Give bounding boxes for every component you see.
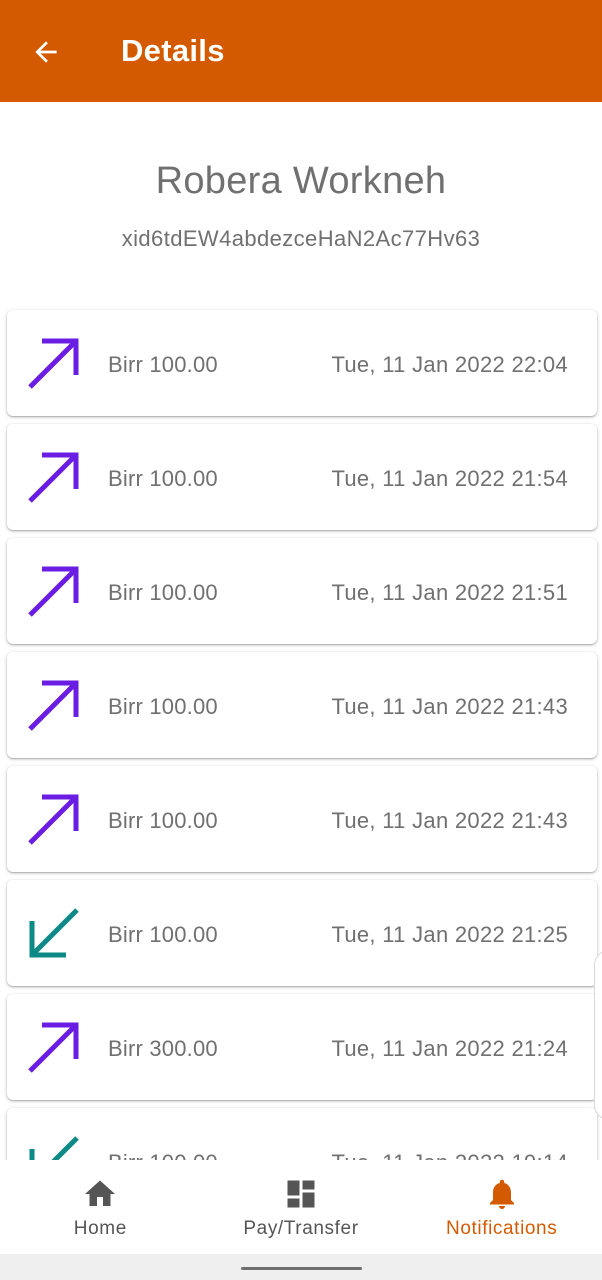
transaction-list[interactable]: Birr 100.00 Tue, 11 Jan 2022 22:04 Birr 10… xyxy=(0,300,602,1160)
transaction-amount: Birr 100.00 xyxy=(108,352,218,377)
transaction-row[interactable]: Birr 100.00 Tue, 11 Jan 2022 21:54 xyxy=(7,424,597,530)
transaction-amount: Birr 100.00 xyxy=(108,580,218,605)
home-indicator[interactable] xyxy=(241,1267,362,1270)
transaction-row[interactable]: Birr 100.00 Tue, 11 Jan 2022 21:51 xyxy=(7,538,597,644)
transaction-amount: Birr 100.00 xyxy=(108,466,218,491)
transaction-row[interactable]: Birr 100.00 Tue, 11 Jan 2022 19:14 xyxy=(7,1108,597,1160)
transaction-row[interactable]: Birr 100.00 Tue, 11 Jan 2022 21:25 xyxy=(7,880,597,986)
transaction-date: Tue, 11 Jan 2022 21:43 xyxy=(331,694,568,719)
arrow-up-right-icon xyxy=(28,1022,79,1073)
bottom-navigation: Home Pay/Transfer Notifications xyxy=(0,1160,602,1254)
nav-item-pay-transfer[interactable]: Pay/Transfer xyxy=(201,1160,402,1254)
transaction-amount: Birr 100.00 xyxy=(108,1150,218,1160)
profile-id: xid6tdEW4abdezceHaN2Ac77Hv63 xyxy=(121,226,481,251)
system-navigation-bar xyxy=(0,1254,602,1280)
transaction-date: Tue, 11 Jan 2022 21:51 xyxy=(331,580,568,605)
transaction-date: Tue, 11 Jan 2022 21:43 xyxy=(331,808,568,833)
scroll-edge-handle[interactable] xyxy=(594,950,602,1120)
nav-label: Pay/Transfer xyxy=(243,1218,359,1239)
arrow-down-left-icon xyxy=(29,1136,79,1160)
transaction-row[interactable]: Birr 100.00 Tue, 11 Jan 2022 21:43 xyxy=(7,766,597,872)
page-title: Details xyxy=(121,33,225,68)
arrow-up-right-icon xyxy=(28,794,79,845)
transaction-row[interactable]: Birr 100.00 Tue, 11 Jan 2022 22:04 xyxy=(7,310,597,416)
nav-label: Home xyxy=(73,1218,127,1239)
transaction-amount: Birr 100.00 xyxy=(108,922,218,947)
arrow-up-right-icon xyxy=(28,566,79,617)
home-icon xyxy=(85,1180,116,1206)
transaction-date: Tue, 11 Jan 2022 21:54 xyxy=(331,466,568,491)
arrow-up-right-icon xyxy=(28,338,79,389)
back-button[interactable] xyxy=(22,28,70,76)
transaction-date: Tue, 11 Jan 2022 21:25 xyxy=(331,922,568,947)
nav-item-home[interactable]: Home xyxy=(0,1160,201,1254)
bell-icon xyxy=(489,1179,514,1209)
transaction-date: Tue, 11 Jan 2022 21:24 xyxy=(331,1036,568,1061)
app-bar: Details xyxy=(0,0,602,102)
transaction-amount: Birr 100.00 xyxy=(108,694,218,719)
transaction-row[interactable]: Birr 300.00 Tue, 11 Jan 2022 21:24 xyxy=(7,994,597,1100)
transaction-row[interactable]: Birr 100.00 Tue, 11 Jan 2022 21:43 xyxy=(7,652,597,758)
nav-label: Notifications xyxy=(446,1218,558,1239)
transaction-amount: Birr 100.00 xyxy=(108,808,218,833)
nav-item-notifications[interactable]: Notifications xyxy=(401,1160,602,1254)
arrow-down-left-icon xyxy=(29,908,79,958)
arrow-up-right-icon xyxy=(28,452,79,503)
transaction-amount: Birr 300.00 xyxy=(108,1036,218,1061)
profile-name: Robera Workneh xyxy=(155,160,447,202)
transaction-date: Tue, 11 Jan 2022 19:14 xyxy=(331,1150,568,1160)
arrow-back-icon xyxy=(35,41,57,63)
arrow-up-right-icon xyxy=(28,680,79,731)
dashboard-icon xyxy=(287,1180,315,1208)
transaction-date: Tue, 11 Jan 2022 22:04 xyxy=(331,352,568,377)
